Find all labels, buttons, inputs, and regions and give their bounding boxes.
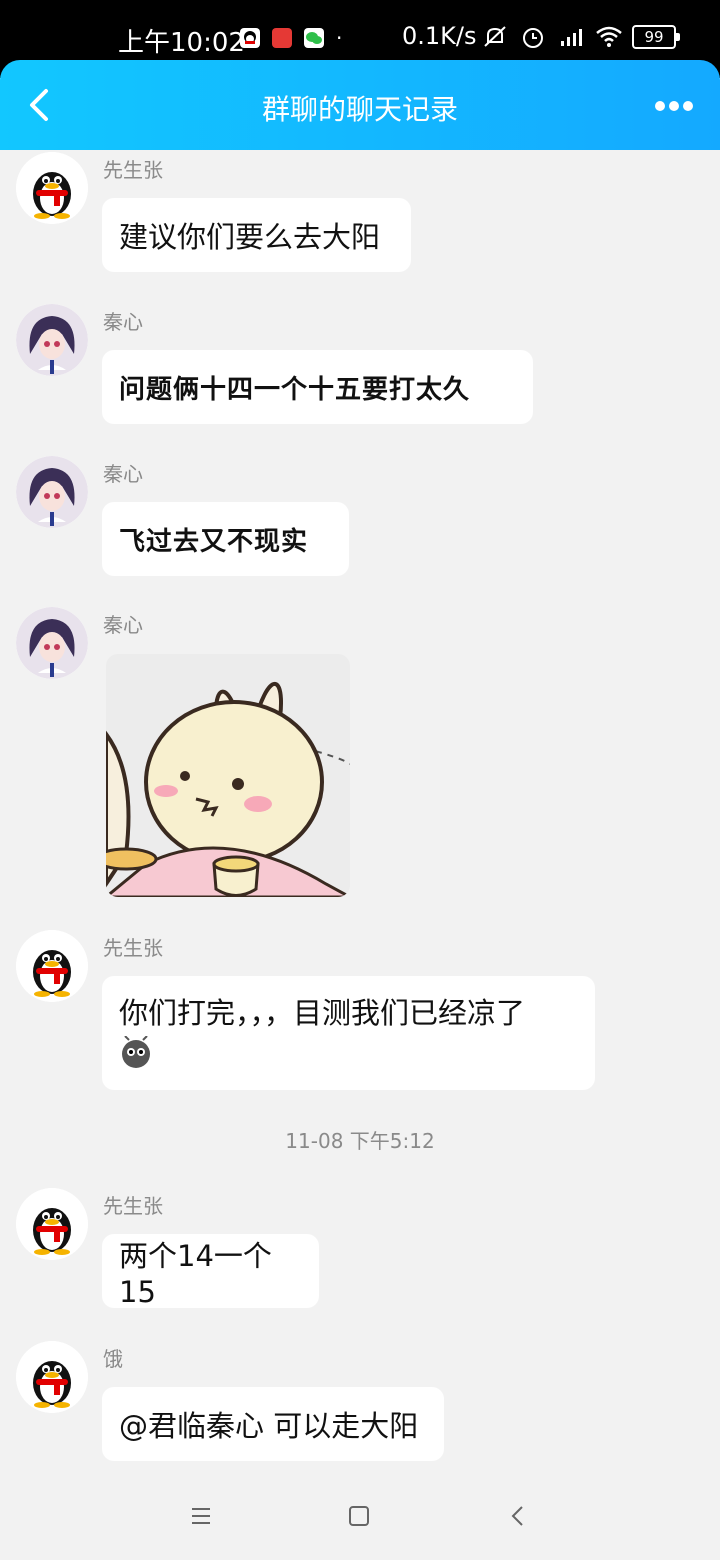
alarm-icon: [518, 22, 548, 52]
home-square-icon: [349, 1506, 369, 1526]
notification-icons: ·: [240, 28, 342, 48]
chat-history-header: 群聊的聊天记录: [0, 60, 720, 150]
qq-notification-icon: [240, 28, 260, 48]
status-time: 上午10:02: [118, 28, 245, 58]
time-divider: 11-08 下午5:12: [285, 1129, 435, 1153]
signal-icon: [556, 22, 586, 52]
message-bubble[interactable]: 问题俩十四一个十五要打太久: [102, 350, 533, 424]
sender-name: 先生张: [103, 936, 163, 960]
home-button[interactable]: [341, 1498, 377, 1534]
message-text: 问题俩十四一个十五要打太久: [119, 374, 471, 405]
qq-penguin-avatar[interactable]: [16, 152, 88, 224]
page-title: 群聊的聊天记录: [261, 93, 458, 126]
sender-name: 先生张: [103, 158, 163, 182]
anime-girl-avatar[interactable]: [16, 304, 88, 376]
message-bubble[interactable]: @君临秦心 可以走大阳: [102, 1387, 444, 1461]
wifi-icon: [594, 22, 624, 52]
message-text: @君临秦心 可以走大阳: [119, 1409, 419, 1443]
system-navigation-bar: [0, 1470, 720, 1560]
sender-name: 饿: [103, 1347, 123, 1371]
message-bubble[interactable]: 你们打完，，，目测我们已经凉了: [102, 976, 595, 1090]
anime-girl-avatar[interactable]: [16, 456, 88, 528]
sender-name: 秦心: [103, 462, 143, 486]
message-bubble[interactable]: 飞过去又不现实: [102, 502, 349, 576]
anime-girl-avatar[interactable]: [16, 607, 88, 679]
system-icons: 99: [480, 22, 680, 52]
mute-icon: [480, 22, 510, 52]
message-text: 你们打完，，，目测我们已经凉了: [119, 995, 526, 1030]
sender-name: 秦心: [103, 613, 143, 637]
message-text: 两个14一个15: [119, 1239, 272, 1309]
message-text: 建议你们要么去大阳: [119, 220, 381, 254]
chevron-left-icon: [511, 1506, 523, 1526]
message-text: 飞过去又不现实: [119, 526, 309, 557]
more-dots-icon: [655, 101, 693, 111]
menu-button[interactable]: [183, 1498, 219, 1534]
battery-icon: 99: [632, 25, 680, 49]
message-bubble[interactable]: 两个14一个15: [102, 1234, 319, 1309]
app-notification-icon: [272, 28, 292, 48]
message-bubble[interactable]: 建议你们要么去大阳: [102, 198, 411, 272]
qq-penguin-avatar[interactable]: [16, 1188, 88, 1260]
qq-penguin-avatar[interactable]: [16, 930, 88, 1002]
wechat-notification-icon: [304, 28, 324, 48]
chat-message-list[interactable]: 先生张 建议你们要么去大阳 秦心 问题俩十四一个十五要打太久 秦心 飞过去又不现…: [0, 150, 720, 1470]
bunny-tea-sticker[interactable]: [106, 654, 350, 897]
qq-penguin-avatar[interactable]: [16, 1341, 88, 1413]
more-dot-icon: ·: [336, 26, 343, 50]
sender-name: 先生张: [103, 1194, 163, 1218]
network-speed: 0.1K/s: [402, 22, 477, 50]
more-button[interactable]: [654, 98, 694, 112]
system-back-button[interactable]: [500, 1498, 536, 1534]
bug-emoji-icon: [119, 1034, 153, 1077]
sender-name: 秦心: [103, 310, 143, 334]
menu-icon: [192, 1508, 210, 1524]
